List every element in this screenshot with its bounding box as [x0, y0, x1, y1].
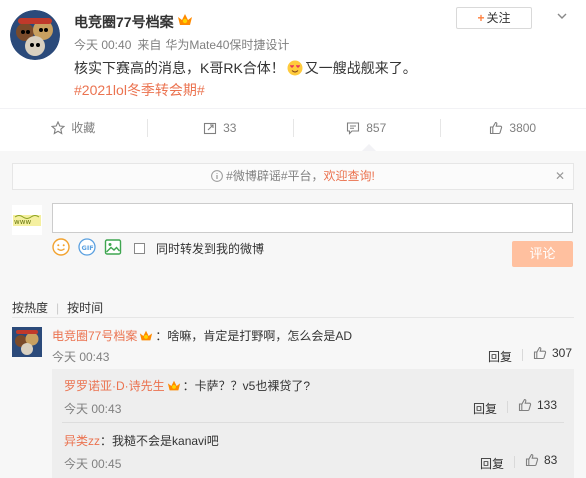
image-icon[interactable] — [104, 238, 122, 259]
vip-badge-icon[interactable] — [138, 329, 154, 346]
post-source: 华为Mate40保时捷设计 — [165, 38, 290, 52]
comment-text: ：啥嘛，肯定是打野啊，怎么会是AD — [155, 329, 353, 343]
reply-button[interactable]: 回复 — [480, 455, 504, 472]
comment-tools: GIF 同时转发到我的微博 — [52, 238, 264, 259]
comment-button[interactable]: 857 — [293, 109, 440, 146]
weibo-post: 电竞圈77号档案 + 关注 今天 00:40 来自 华为Mate40保时捷设计 核实下… — [0, 0, 586, 108]
reply-username[interactable]: 罗罗诺亚·D·诗先生 — [64, 379, 165, 393]
svg-text:GIF: GIF — [82, 244, 94, 252]
author-name[interactable]: 电竞圈77号档案 — [74, 12, 174, 32]
submit-comment-button[interactable]: 评论 — [512, 241, 573, 267]
comment-sort-tabs: 按热度 | 按时间 — [12, 299, 103, 316]
reply-button[interactable]: 回复 — [473, 400, 497, 417]
reply-like-count: 133 — [537, 398, 558, 412]
plus-icon: + — [477, 11, 485, 25]
thumbs-up-icon — [518, 398, 532, 412]
follow-label: 关注 — [486, 11, 511, 25]
reply-time: 今天 00:45 — [64, 457, 122, 471]
rumor-notice-bar: #微博辟谣#平台，欢迎查询! ✕ — [12, 163, 574, 190]
follow-button[interactable]: + 关注 — [456, 7, 532, 29]
notice-text: #微博辟谣#平台， — [226, 169, 324, 183]
close-icon[interactable]: ✕ — [555, 164, 565, 189]
reply-body: 异类zz：我糙不会是kanavi吧 — [64, 432, 219, 449]
reply-button[interactable]: 回复 — [488, 348, 512, 365]
sync-repost-checkbox[interactable] — [134, 243, 145, 254]
action-separator — [522, 349, 523, 361]
comment-like-button[interactable]: 307 — [533, 346, 572, 360]
post-text-part2: 又一艘战舰来了。 — [304, 60, 417, 76]
action-separator — [507, 401, 508, 413]
sort-separator: | — [56, 301, 60, 315]
reply-divider — [62, 422, 564, 423]
heart-eyes-emoji-icon — [287, 60, 303, 79]
source-prefix: 来自 — [137, 38, 162, 52]
reply-body: 罗罗诺亚·D·诗先生 ：卡萨？？v5也裸贷了? — [64, 377, 310, 396]
emoji-icon[interactable] — [52, 238, 70, 259]
notice-link[interactable]: 欢迎查询! — [324, 169, 375, 183]
chevron-down-icon[interactable] — [556, 10, 568, 25]
post-text-part1: 核实下赛高的消息，K哥RK合体！ — [74, 60, 285, 76]
sort-by-time-tab[interactable]: 按时间 — [67, 301, 103, 315]
reply-text: ：卡萨？？v5也裸贷了? — [182, 379, 311, 393]
replies-box: 罗罗诺亚·D·诗先生 ：卡萨？？v5也裸贷了? 今天 00:43 回复 133 … — [52, 369, 574, 478]
like-count: 3800 — [509, 120, 537, 135]
post-text: 核实下赛高的消息，K哥RK合体！ 又一艘战舰来了。 — [74, 58, 417, 79]
comments-panel: #微博辟谣#平台，欢迎查询! ✕ www GIF 同时转发到我的微博 评论 按热… — [0, 151, 586, 478]
favorite-button[interactable]: 收藏 — [0, 109, 147, 146]
thumbs-up-icon — [490, 121, 503, 134]
comment-body: 电竞圈77号档案 ：啥嘛，肯定是打野啊，怎么会是AD — [52, 327, 352, 346]
reply-like-count: 83 — [544, 453, 558, 467]
reply-like-button[interactable]: 133 — [518, 398, 557, 412]
comment-input[interactable] — [52, 203, 573, 233]
svg-text:www: www — [14, 218, 31, 226]
comment-avatar[interactable] — [12, 327, 42, 357]
comment-count: 857 — [366, 120, 387, 135]
favorite-label: 收藏 — [71, 121, 96, 135]
like-button[interactable]: 3800 — [439, 109, 586, 146]
post-meta: 今天 00:40 来自 华为Mate40保时捷设计 — [74, 36, 295, 53]
star-icon — [51, 120, 66, 135]
vip-badge-icon[interactable] — [166, 379, 182, 396]
repost-count: 33 — [223, 120, 237, 135]
reply-username[interactable]: 异类zz — [64, 434, 100, 448]
repost-button[interactable]: 33 — [146, 109, 294, 146]
comment-username[interactable]: 电竞圈77号档案 — [52, 329, 137, 343]
author-avatar[interactable] — [10, 10, 60, 60]
vip-badge-icon[interactable] — [176, 12, 194, 31]
thumbs-up-icon — [533, 346, 547, 360]
repost-icon — [204, 122, 217, 134]
comment-like-count: 307 — [552, 346, 573, 360]
sync-repost-label[interactable]: 同时转发到我的微博 — [156, 240, 264, 257]
comment-icon — [347, 121, 360, 135]
reply-like-button[interactable]: 83 — [525, 453, 557, 467]
reply-text: ：我糙不会是kanavi吧 — [100, 434, 219, 448]
post-action-bar: 收藏 33 857 3800 — [0, 108, 586, 146]
thumbs-up-icon — [525, 453, 539, 467]
gif-icon[interactable]: GIF — [78, 238, 96, 259]
divider — [12, 317, 574, 318]
comment-time: 今天 00:43 — [52, 350, 110, 364]
sort-by-hot-tab[interactable]: 按热度 — [12, 301, 48, 315]
hashtag-link[interactable]: #2021lol冬季转会期# — [74, 80, 205, 100]
my-avatar[interactable]: www — [12, 205, 42, 235]
info-icon — [211, 166, 224, 191]
comment-pointer-arrow — [362, 144, 376, 151]
reply-time: 今天 00:43 — [64, 402, 122, 416]
post-time[interactable]: 今天 00:40 — [74, 38, 131, 52]
action-separator — [514, 456, 515, 468]
